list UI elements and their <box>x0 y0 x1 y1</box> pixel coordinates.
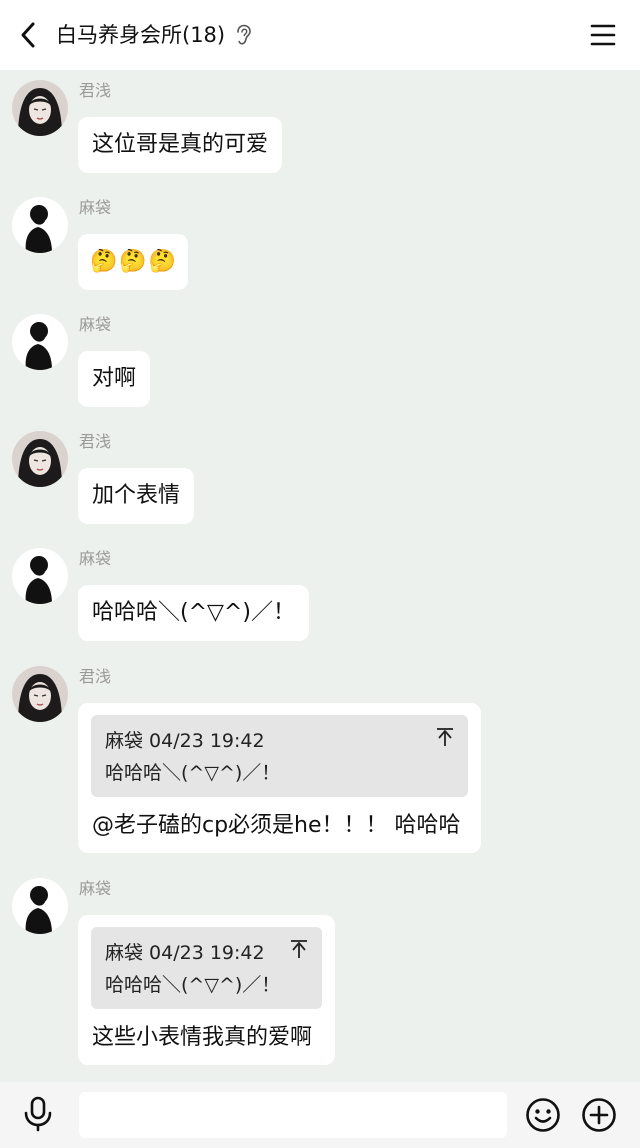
avatar[interactable] <box>12 666 68 722</box>
sender-name: 麻袋 <box>79 879 112 898</box>
avatar-image <box>12 878 68 934</box>
avatar-image <box>12 666 68 722</box>
avatar[interactable] <box>12 878 68 934</box>
smiley-icon[interactable] <box>525 1097 561 1133</box>
microphone-icon[interactable] <box>22 1096 54 1132</box>
message-text: 哈哈哈＼(^▽^)／！ <box>92 600 295 625</box>
avatar-image <box>12 80 68 136</box>
avatar-image <box>12 548 68 604</box>
quote-meta: 麻袋 04/23 19:42 <box>105 730 265 752</box>
avatar[interactable] <box>12 197 68 253</box>
message-bubble[interactable]: 哈哈哈＼(^▽^)／！ <box>78 585 309 641</box>
thinking-emoji-icon: 🤔 <box>119 249 147 274</box>
message-bubble[interactable]: 这位哥是真的可爱 <box>78 117 283 173</box>
message-input[interactable] <box>79 1092 507 1138</box>
sender-name: 君浅 <box>79 81 112 100</box>
message-text: 这位哥是真的可爱 <box>92 132 269 157</box>
quoted-message[interactable]: 麻袋 04/23 19:42 哈哈哈＼(^▽^)／！ <box>91 715 468 797</box>
hamburger-menu-icon[interactable] <box>590 22 616 48</box>
sender-name: 君浅 <box>79 667 112 686</box>
emoji-row: 🤔 🤔 🤔 <box>90 247 176 277</box>
message-text: 这些小表情我真的爱啊 <box>92 1025 313 1050</box>
avatar[interactable] <box>12 548 68 604</box>
sender-name: 君浅 <box>79 432 112 451</box>
message-text: 加个表情 <box>92 483 181 508</box>
quote-text: 哈哈哈＼(^▽^)／！ <box>105 762 281 784</box>
avatar[interactable] <box>12 314 68 370</box>
avatar-image <box>12 314 68 370</box>
avatar-image <box>12 431 68 487</box>
thinking-emoji-icon: 🤔 <box>90 249 118 274</box>
quote-meta: 麻袋 04/23 19:42 <box>105 942 265 964</box>
jump-to-quote-icon[interactable] <box>290 939 308 959</box>
message-bubble[interactable]: 🤔 🤔 🤔 <box>78 234 189 290</box>
message-bubble[interactable]: 加个表情 <box>78 468 195 524</box>
thinking-emoji-icon: 🤔 <box>148 249 177 274</box>
quote-text: 哈哈哈＼(^▽^)／！ <box>105 974 281 996</box>
message-text: @老子磕的cp必须是he！！！ 哈哈哈 <box>92 813 461 838</box>
message-list[interactable]: 君浅 这位哥是真的可爱 麻袋 🤔 🤔 🤔 麻袋 对啊 君浅 加个表情 麻袋 哈哈… <box>0 70 640 1082</box>
chevron-left-icon <box>21 22 35 48</box>
chat-header: 白马养身会所(18) <box>0 0 640 70</box>
sender-name: 麻袋 <box>79 315 112 334</box>
message-text: 对啊 <box>92 366 137 391</box>
back-button[interactable] <box>14 19 42 51</box>
plus-circle-icon[interactable] <box>581 1097 617 1133</box>
ear-icon <box>237 24 251 45</box>
message-bubble[interactable]: 麻袋 04/23 19:42 哈哈哈＼(^▽^)／！ @老子磕的cp必须是he！… <box>78 703 481 853</box>
message-bubble[interactable]: 麻袋 04/23 19:42 哈哈哈＼(^▽^)／！ 这些小表情我真的爱啊 <box>78 915 335 1065</box>
avatar[interactable] <box>12 80 68 136</box>
page-title: 白马养身会所(18) <box>56 23 226 47</box>
jump-to-quote-icon[interactable] <box>436 727 454 747</box>
input-bar <box>0 1082 640 1148</box>
avatar[interactable] <box>12 431 68 487</box>
sender-name: 麻袋 <box>79 549 112 568</box>
quoted-message[interactable]: 麻袋 04/23 19:42 哈哈哈＼(^▽^)／！ <box>91 927 322 1009</box>
message-bubble[interactable]: 对啊 <box>78 351 151 407</box>
avatar-image <box>12 197 68 253</box>
sender-name: 麻袋 <box>79 198 112 217</box>
